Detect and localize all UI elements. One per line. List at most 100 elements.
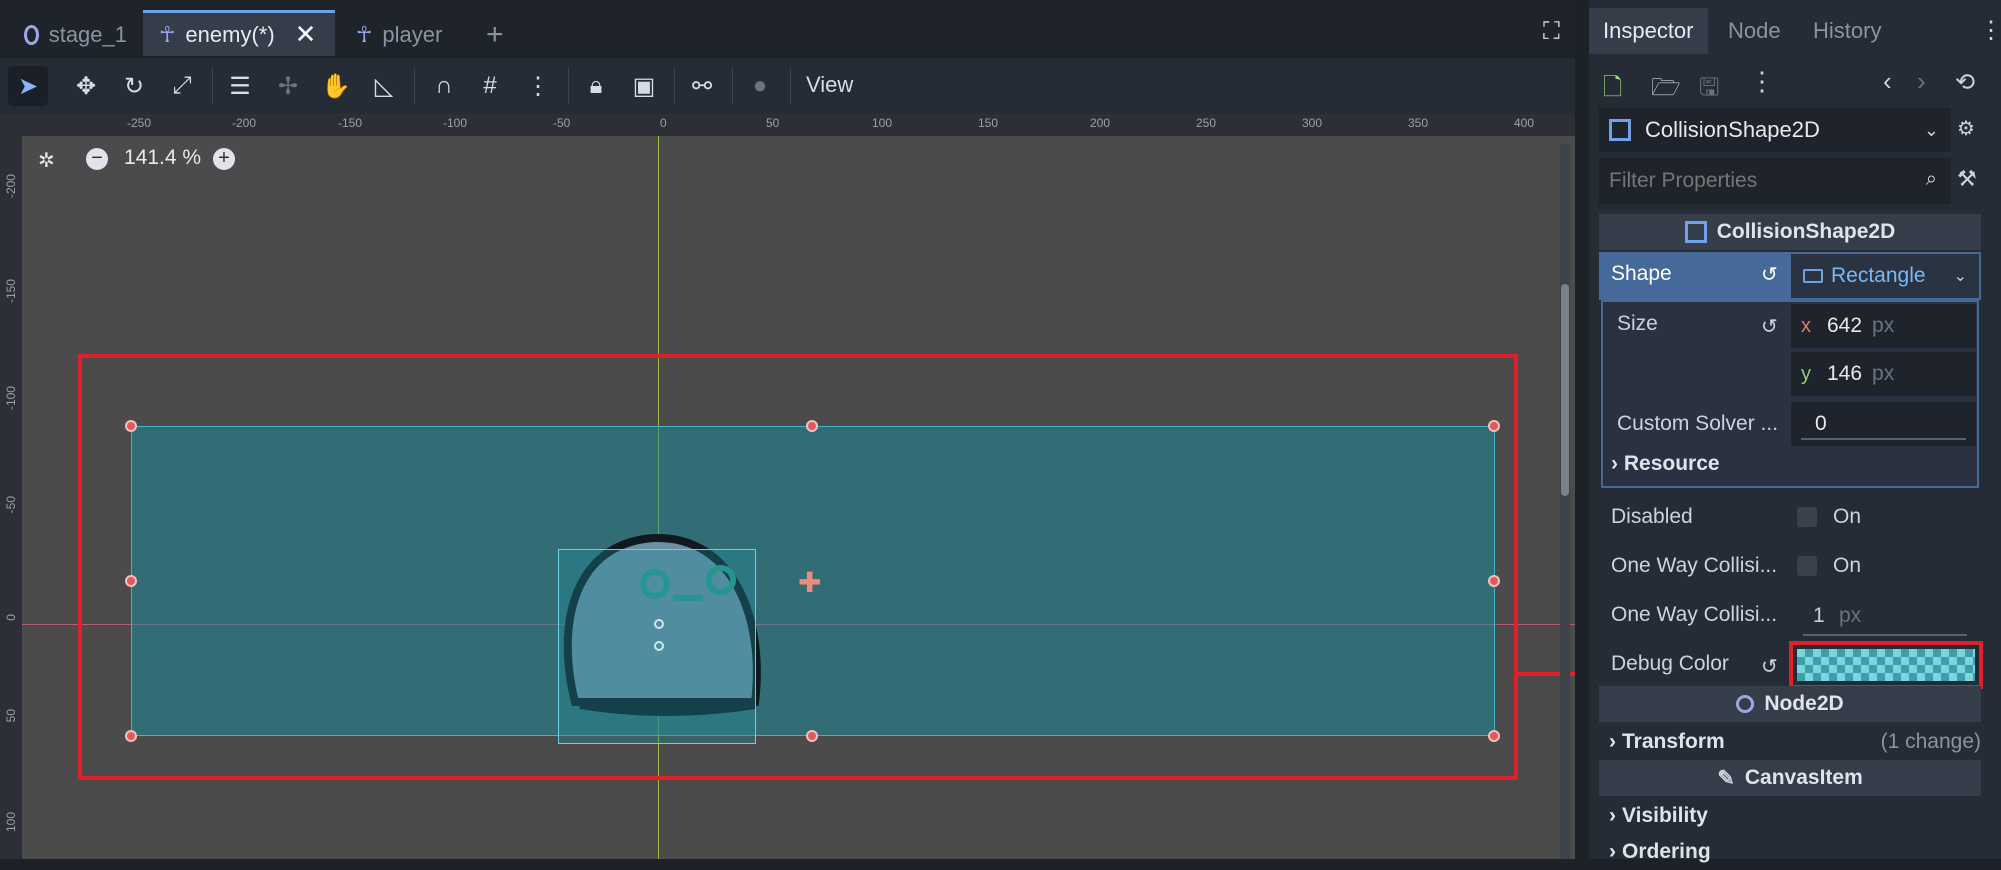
canvas-viewport[interactable]: -250 -200 -150 -100 -50 0 50 100 150 200… [0,114,1575,859]
separator [732,68,733,104]
tab-inspector[interactable]: Inspector [1589,8,1708,54]
list-select-button[interactable]: ☰ [220,66,260,106]
revert-icon[interactable]: ↺ [1761,262,1778,287]
ruler-tick-label: 50 [4,709,18,723]
ordering-subsection[interactable]: › Ordering [1599,834,1981,870]
open-folder-icon[interactable]: 🗁 [1651,70,1681,111]
grid-snap-button[interactable]: # [470,66,510,106]
custom-solver-field[interactable]: 0 [1791,402,1976,446]
fullscreen-icon[interactable]: ⛶ [1543,18,1560,46]
one-way-collision-checkbox[interactable]: On [1797,554,1861,578]
tools-icon[interactable]: ⚒ [1957,166,1977,192]
tab-history[interactable]: History [1799,8,1895,54]
filter-properties-input[interactable]: ⌕ [1599,158,1951,204]
change-count: (1 change) [1880,730,1981,753]
filter-input[interactable] [1607,168,1891,194]
smart-snap-button[interactable]: ∩ [424,66,464,106]
ruler-tick-label: -250 [127,116,152,130]
tab-enemy[interactable]: ☥ enemy(*) ✕ [143,10,335,56]
pan-mode-button[interactable]: ✋ [316,66,356,106]
group-button[interactable]: ▣ [624,66,664,106]
camera-override-button[interactable]: ● [740,66,780,106]
zoom-in-button[interactable]: + [213,148,235,170]
revert-icon[interactable]: ↺ [1761,654,1778,679]
ruler-tick-label: 0 [660,116,667,130]
pointer-icon: ➤ [17,72,39,100]
rotate-mode-button[interactable]: ↻ [114,66,154,106]
object-history-icon[interactable]: ⟲ [1955,68,1975,97]
debug-color-picker[interactable] [1797,649,1975,681]
ruler-tick-label: 150 [978,116,999,130]
bone-icon: ⚯ [691,72,713,100]
section-canvasitem[interactable]: ✎ CanvasItem [1599,760,1981,796]
select-mode-button[interactable]: ➤ [8,66,48,106]
tab-node[interactable]: Node [1714,8,1795,54]
visibility-label: Visibility [1622,804,1708,827]
ruler-mode-button[interactable]: ◺ [364,66,404,106]
shape-resource-picker[interactable]: Rectangle ⌄ [1791,254,1979,298]
chevron-down-icon: ⌄ [1953,268,1967,285]
scrollbar-thumb[interactable] [1561,284,1569,496]
rectangle-shape-icon [1803,269,1823,283]
debug-color-label: Debug Color [1611,652,1729,675]
center-view-icon[interactable]: ✲ [38,148,55,173]
add-tab-button[interactable]: + [470,12,520,58]
skeleton-button[interactable]: ⚯ [682,66,722,106]
history-forward-icon[interactable]: › [1917,66,1926,97]
ruler-tick-label: 200 [1090,116,1111,130]
pivot-mode-button[interactable]: ✢ [268,66,308,106]
vertical-ruler: -200 -150 -100 -50 0 50 100 [0,114,22,859]
resource-subsection[interactable]: › Resource [1611,452,1720,476]
circle-node-icon [24,25,39,45]
view-menu[interactable]: View [806,72,853,98]
section-collisionshape2d[interactable]: CollisionShape2D [1599,214,1981,250]
separator [414,68,415,104]
visibility-subsection[interactable]: › Visibility [1599,798,1981,834]
more-icon: ⋮ [526,72,550,100]
ruler-tick-label: 400 [1514,116,1535,130]
disabled-checkbox[interactable]: On [1797,505,1861,529]
move-mode-button[interactable]: ✥ [66,66,106,106]
zoom-level[interactable]: 141.4 % [124,146,201,170]
canvas-toolbar: ➤ ✥ ↻ ⤢ ☰ ✢ ✋ ◺ ∩ # ⋮ 🔒︎ ▣ ⚯ ● View [0,58,1575,114]
ordering-label: Ordering [1622,840,1711,863]
transform-subsection[interactable]: › Transform (1 change) [1599,724,1981,760]
scale-mode-button[interactable]: ⤢ [162,66,202,106]
revert-icon[interactable]: ↺ [1761,314,1778,339]
checkbox-icon [1797,507,1817,527]
node-selector-label: CollisionShape2D [1645,117,1820,142]
magnet-icon: ∩ [435,72,453,99]
camera-icon: ● [752,72,768,99]
history-back-icon[interactable]: ‹ [1883,66,1892,97]
size-x-field[interactable]: x 642 px [1791,304,1976,348]
one-way-margin-field[interactable]: 1 px [1797,598,1977,638]
grid-icon: # [483,72,497,99]
tab-stage-1[interactable]: stage_1 [8,12,143,58]
checkbox-label: On [1833,554,1862,577]
more-icon[interactable]: ⋮ [1749,66,1775,97]
save-icon[interactable]: 🖫 [1699,70,1719,111]
shape-label: Shape [1611,262,1672,285]
one-way-collision-label: One Way Collisi... [1611,554,1778,577]
snap-options-button[interactable]: ⋮ [518,66,558,106]
ruler-tick-label: -100 [443,116,468,130]
tab-player[interactable]: ☥ player [340,12,470,58]
checkbox-label: On [1833,505,1862,528]
more-icon[interactable]: ⋮ [1979,16,2001,45]
lock-icon: 🔒︎ [589,72,603,99]
slider-track[interactable] [1803,634,1967,636]
zoom-out-button[interactable]: − [86,148,108,170]
separator [790,68,791,104]
slider-track[interactable] [1801,438,1966,440]
new-resource-icon[interactable]: 🗋 [1603,70,1622,111]
unit-label: px [1872,362,1895,385]
size-y-field[interactable]: y 146 px [1791,352,1976,396]
close-icon[interactable]: ✕ [295,19,317,50]
docs-icon[interactable]: ⚙ [1957,116,1975,141]
lock-button[interactable]: 🔒︎ [576,66,616,106]
section-node2d[interactable]: Node2D [1599,686,1981,722]
viewport-scrollbar[interactable] [1560,144,1570,859]
ruler-tick-label: 350 [1408,116,1429,130]
node-selector[interactable]: CollisionShape2D ⌄ [1599,108,1951,152]
pivot-icon: ✢ [277,72,299,100]
